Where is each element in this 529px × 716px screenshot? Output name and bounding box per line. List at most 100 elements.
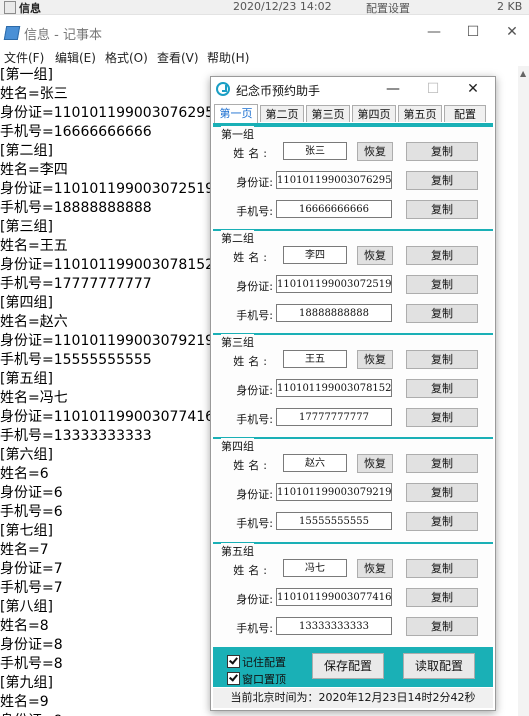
group-panel: 第五组 姓名: 冯七 恢复 复制 身份证: 110101199003077416 复制 手机号:…	[213, 542, 493, 647]
phone-field[interactable]: 13333333333	[276, 617, 392, 635]
copy-name-button[interactable]: 复制	[406, 559, 478, 578]
phone-label: 手机号:	[236, 622, 273, 635]
phone-row: 手机号: 18888888888 复制	[213, 304, 493, 324]
phone-row: 手机号: 17777777777 复制	[213, 408, 493, 428]
copy-id-button[interactable]: 复制	[406, 588, 478, 607]
notepad-line: 身份证=9	[0, 712, 518, 716]
name-row: 姓名: 王五 恢复 复制	[213, 350, 493, 370]
phone-label: 手机号:	[236, 205, 273, 218]
tab-page-2[interactable]: 第二页	[260, 105, 304, 122]
file-name: 信息	[19, 2, 41, 15]
notepad-titlebar[interactable]: 信息 - 记事本 — ☐ ✕	[0, 15, 529, 49]
id-card-field[interactable]: 110101199003079219	[276, 483, 392, 501]
name-label: 姓名:	[233, 459, 271, 472]
phone-label: 手机号:	[236, 413, 273, 426]
save-config-button[interactable]: 保存配置	[312, 653, 384, 679]
notepad-scrollbar[interactable]: ▲	[518, 66, 529, 716]
file-size: 2 KB	[497, 0, 523, 13]
copy-name-button[interactable]: 复制	[406, 246, 478, 265]
copy-name-button[interactable]: 复制	[406, 454, 478, 473]
copy-id-button[interactable]: 复制	[406, 483, 478, 502]
tab-page-5[interactable]: 第五页	[398, 105, 442, 122]
tab-strip: 第一页 第二页 第三页 第四页 第五页 配置	[213, 104, 493, 124]
id-card-row: 身份证: 110101199003079219 复制	[213, 483, 493, 503]
notepad-minimize-button[interactable]: —	[424, 24, 444, 40]
copy-id-button[interactable]: 复制	[406, 275, 478, 294]
copy-phone-button[interactable]: 复制	[406, 304, 478, 323]
restore-button[interactable]: 恢复	[357, 454, 393, 473]
id-card-label: 身份证:	[236, 488, 273, 501]
tab-page-1[interactable]: 第一页	[214, 104, 258, 123]
config-bar: 记住配置 窗口置顶 保存配置 读取配置	[213, 647, 493, 687]
name-row: 姓名: 赵六 恢复 复制	[213, 454, 493, 474]
id-card-row: 身份证: 110101199003077416 复制	[213, 588, 493, 608]
name-label: 姓名:	[233, 564, 271, 577]
menu-edit[interactable]: 编辑(E)	[55, 49, 96, 66]
tab-settings[interactable]: 配置	[444, 105, 486, 122]
name-field[interactable]: 张三	[283, 142, 347, 160]
name-field[interactable]: 王五	[283, 350, 347, 368]
tab-page-4[interactable]: 第四页	[352, 105, 396, 122]
notepad-menubar: 文件(F) 编辑(E) 格式(O) 查看(V) 帮助(H)	[0, 49, 529, 66]
menu-file[interactable]: 文件(F)	[4, 49, 44, 66]
copy-id-button[interactable]: 复制	[406, 379, 478, 398]
notepad-icon	[3, 26, 21, 40]
group-label: 第二组	[221, 230, 254, 246]
checkbox-box[interactable]	[227, 655, 240, 668]
id-card-label: 身份证:	[236, 176, 273, 189]
id-card-label: 身份证:	[236, 593, 273, 606]
id-card-field[interactable]: 110101199003078152	[276, 379, 392, 397]
checkbox-label: 窗口置顶	[242, 673, 286, 686]
id-card-row: 身份证: 110101199003076295 复制	[213, 171, 493, 191]
checkbox-label: 记住配置	[242, 656, 286, 669]
copy-id-button[interactable]: 复制	[406, 171, 478, 190]
restore-button[interactable]: 恢复	[357, 246, 393, 265]
tab-page-3[interactable]: 第三页	[306, 105, 350, 122]
name-label: 姓名:	[233, 251, 271, 264]
phone-field[interactable]: 15555555555	[276, 512, 392, 530]
name-row: 姓名: 张三 恢复 复制	[213, 142, 493, 162]
id-card-field[interactable]: 110101199003077416	[276, 588, 392, 606]
copy-name-button[interactable]: 复制	[406, 350, 478, 369]
group-label: 第一组	[221, 126, 254, 142]
restore-button[interactable]: 恢复	[357, 350, 393, 369]
copy-phone-button[interactable]: 复制	[406, 512, 478, 531]
phone-field[interactable]: 17777777777	[276, 408, 392, 426]
load-config-button[interactable]: 读取配置	[403, 653, 475, 679]
id-card-field[interactable]: 110101199003072519	[276, 275, 392, 293]
notepad-close-button[interactable]: ✕	[502, 24, 522, 40]
name-field[interactable]: 赵六	[283, 454, 347, 472]
app-maximize-button[interactable]: ☐	[423, 80, 443, 98]
file-list-row[interactable]: 信息 2020/12/23 14:02 配置设置 2 KB	[0, 0, 529, 15]
file-date: 2020/12/23 14:02	[233, 0, 332, 13]
name-label: 姓名:	[233, 147, 271, 160]
name-row: 姓名: 李四 恢复 复制	[213, 246, 493, 266]
checkbox-box[interactable]	[227, 672, 240, 685]
app-minimize-button[interactable]: —	[383, 80, 403, 98]
phone-label: 手机号:	[236, 309, 273, 322]
menu-format[interactable]: 格式(O)	[105, 49, 148, 66]
name-field[interactable]: 冯七	[283, 559, 347, 577]
menu-view[interactable]: 查看(V)	[157, 49, 199, 66]
phone-row: 手机号: 15555555555 复制	[213, 512, 493, 532]
menu-help[interactable]: 帮助(H)	[207, 49, 249, 66]
app-titlebar[interactable]: 纪念币预约助手 — ☐ ✕	[211, 77, 495, 103]
copy-phone-button[interactable]: 复制	[406, 617, 478, 636]
name-field[interactable]: 李四	[283, 246, 347, 264]
copy-name-button[interactable]: 复制	[406, 142, 478, 161]
group-label: 第四组	[221, 438, 254, 454]
id-card-row: 身份证: 110101199003078152 复制	[213, 379, 493, 399]
id-card-field[interactable]: 110101199003076295	[276, 171, 392, 189]
restore-button[interactable]: 恢复	[357, 559, 393, 578]
id-card-label: 身份证:	[236, 280, 273, 293]
scroll-up-icon[interactable]: ▲	[520, 69, 526, 78]
name-label: 姓名:	[233, 355, 271, 368]
phone-field[interactable]: 16666666666	[276, 200, 392, 218]
notepad-maximize-button[interactable]: ☐	[463, 24, 483, 40]
copy-phone-button[interactable]: 复制	[406, 408, 478, 427]
app-close-button[interactable]: ✕	[463, 80, 483, 98]
restore-button[interactable]: 恢复	[357, 142, 393, 161]
group-panel: 第一组 姓名: 张三 恢复 复制 身份证: 110101199003076295 复制 手机号:…	[213, 125, 493, 230]
phone-field[interactable]: 18888888888	[276, 304, 392, 322]
copy-phone-button[interactable]: 复制	[406, 200, 478, 219]
